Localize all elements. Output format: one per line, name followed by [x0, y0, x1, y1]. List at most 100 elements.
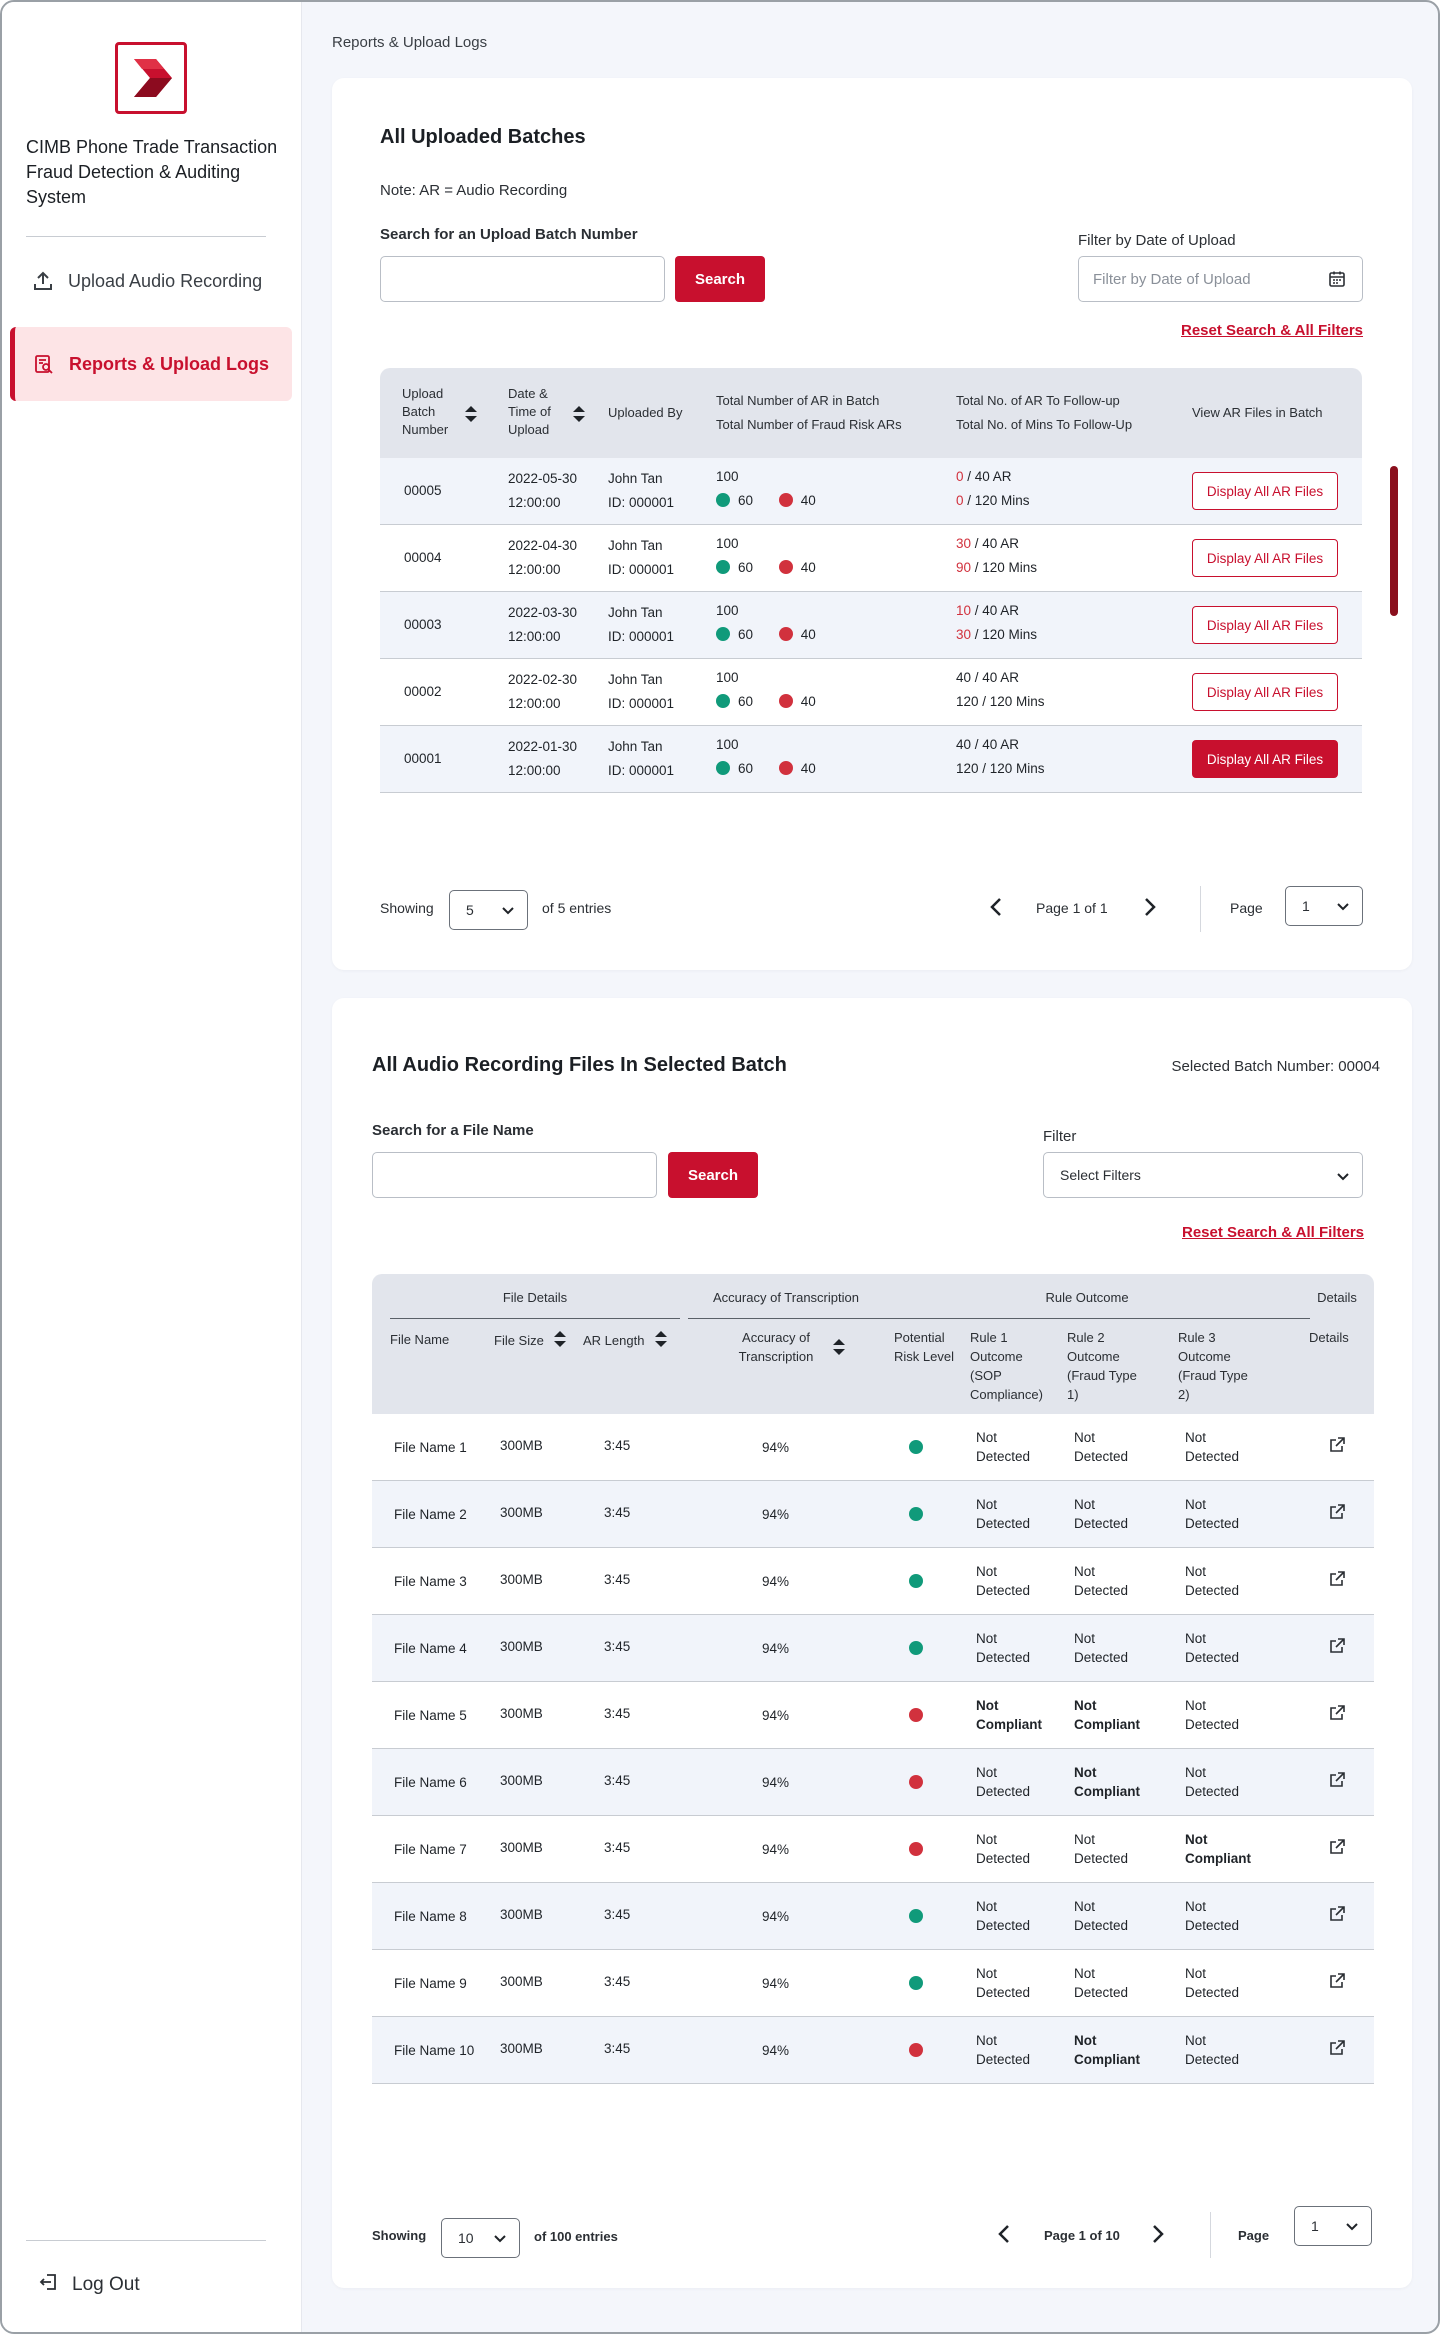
- sort-icon[interactable]: [464, 405, 478, 426]
- rule1-outcome-line1: Not: [976, 1899, 998, 1914]
- low-risk-count: 60: [738, 627, 754, 642]
- risk-level-dot: [909, 1507, 923, 1521]
- uploaded-batches-card: All Uploaded Batches Note: AR = Audio Re…: [332, 78, 1412, 970]
- group-accuracy: Accuracy of Transcription: [713, 1290, 859, 1305]
- sidebar-item-label: Reports & Upload Logs: [69, 353, 270, 374]
- col-file-size[interactable]: File Size: [494, 1330, 567, 1353]
- external-link-icon[interactable]: [1328, 1704, 1346, 1722]
- risk-level-dot: [909, 1708, 923, 1722]
- batches-next-page-button[interactable]: [1140, 897, 1160, 917]
- rule2-outcome: Not Detected: [1074, 1428, 1128, 1466]
- followup-mins: 0 / 120 Mins: [956, 489, 1030, 513]
- rule3-outcome: Not Detected: [1185, 1562, 1239, 1600]
- col-rule2: Rule 2 Outcome (Fraud Type 1): [1067, 1330, 1137, 1402]
- files-page-label: Page: [1238, 2228, 1270, 2243]
- col-batch-number[interactable]: Upload Batch Number: [402, 385, 470, 439]
- rule3-outcome-line1: Not: [1185, 1966, 1207, 1981]
- scrollbar-thumb[interactable]: [1390, 466, 1398, 616]
- report-search-icon: [33, 353, 55, 375]
- rule1-outcome-line2: Detected: [976, 1516, 1031, 1531]
- rule1-outcome-line2: Detected: [976, 1918, 1031, 1933]
- col-risk-level: Potential Risk Level: [894, 1330, 954, 1364]
- upload-time: 12:00:00: [508, 696, 561, 711]
- batch-search-input[interactable]: [380, 256, 665, 302]
- batches-page-value: 1: [1302, 898, 1310, 914]
- file-reset-filters-link[interactable]: Reset Search & All Filters: [1182, 1224, 1364, 1241]
- file-search-button[interactable]: Search: [668, 1152, 758, 1198]
- sidebar-item-reports[interactable]: Reports & Upload Logs: [10, 327, 292, 401]
- low-risk-dot: [716, 761, 730, 775]
- followup-ar: 0 / 40 AR: [956, 465, 1012, 489]
- sort-icon[interactable]: [832, 1338, 846, 1359]
- date-filter-placeholder: Filter by Date of Upload: [1093, 270, 1251, 288]
- rule3-outcome: Not Detected: [1185, 1629, 1239, 1667]
- files-next-page-button[interactable]: [1148, 2224, 1168, 2244]
- display-ar-files-button[interactable]: Display All AR Files: [1192, 740, 1338, 778]
- external-link-icon[interactable]: [1328, 1838, 1346, 1856]
- batches-prev-page-button[interactable]: [986, 897, 1006, 917]
- rule3-outcome-line2: Detected: [1185, 1449, 1240, 1464]
- rule3-outcome: Not Detected: [1185, 1696, 1239, 1734]
- total-ar: 100: [716, 536, 739, 551]
- display-ar-files-button[interactable]: Display All AR Files: [1192, 539, 1338, 577]
- rule1-outcome: Not Compliant: [976, 1696, 1042, 1734]
- external-link-icon[interactable]: [1328, 1972, 1346, 1990]
- external-link-icon[interactable]: [1328, 1570, 1346, 1588]
- chevron-down-icon: [493, 2231, 507, 2248]
- external-link-icon[interactable]: [1328, 1503, 1346, 1521]
- external-link-icon[interactable]: [1328, 2039, 1346, 2057]
- rule2-outcome-line2: Compliant: [1074, 1717, 1140, 1732]
- pagination-divider: [1210, 2212, 1211, 2258]
- rule2-outcome-line1: Not: [1074, 1899, 1096, 1914]
- sort-icon[interactable]: [553, 1330, 567, 1353]
- col-date-time-label: Date & Time of Upload: [508, 386, 551, 437]
- high-risk-count: 40: [800, 627, 816, 642]
- ar-length: 3:45: [604, 1572, 631, 1587]
- batches-note: Note: AR = Audio Recording: [380, 182, 568, 199]
- batch-reset-filters-link[interactable]: Reset Search & All Filters: [1181, 322, 1363, 339]
- batches-table: Upload Batch Number Date & Time of Uploa…: [380, 368, 1362, 793]
- external-link-icon[interactable]: [1328, 1771, 1346, 1789]
- rule1-outcome: Not Detected: [976, 1629, 1030, 1667]
- risk-level-dot: [909, 1842, 923, 1856]
- ar-length: 3:45: [604, 1706, 631, 1721]
- col-date-time[interactable]: Date & Time of Upload: [508, 385, 568, 439]
- total-ar: 100: [716, 737, 739, 752]
- display-ar-files-button[interactable]: Display All AR Files: [1192, 606, 1338, 644]
- batch-search-button[interactable]: Search: [675, 256, 765, 302]
- external-link-icon[interactable]: [1328, 1436, 1346, 1454]
- table-row: 00003 2022-03-30 12:00:00 John Tan ID: 0…: [380, 592, 1362, 659]
- display-ar-files-button[interactable]: Display All AR Files: [1192, 472, 1338, 510]
- risk-level-dot: [909, 1976, 923, 1990]
- rule3-outcome-line1: Not: [1185, 1631, 1207, 1646]
- sidebar-item-upload-audio[interactable]: Upload Audio Recording: [10, 244, 292, 318]
- date-filter-input[interactable]: Filter by Date of Upload: [1078, 256, 1363, 302]
- followup-ar: 40 / 40 AR: [956, 666, 1019, 690]
- rule1-outcome-line2: Detected: [976, 1851, 1031, 1866]
- files-page-size-select[interactable]: 10: [441, 2218, 520, 2258]
- external-link-icon[interactable]: [1328, 1905, 1346, 1923]
- batches-page-select[interactable]: 1: [1285, 886, 1363, 926]
- files-page-select[interactable]: 1: [1294, 2206, 1372, 2246]
- external-link-icon[interactable]: [1328, 1637, 1346, 1655]
- followup-ar: 30 / 40 AR: [956, 532, 1019, 556]
- rule2-outcome-line1: Not: [1074, 1765, 1097, 1780]
- rule1-outcome: Not Detected: [976, 1495, 1030, 1533]
- sort-icon[interactable]: [654, 1330, 668, 1353]
- app-title: CIMB Phone Trade Transaction Fraud Detec…: [26, 137, 278, 207]
- rule2-outcome-line1: Not: [1074, 1497, 1096, 1512]
- batches-page-size-select[interactable]: 5: [449, 890, 528, 930]
- rule1-outcome-line1: Not: [976, 2033, 998, 2048]
- files-prev-page-button[interactable]: [994, 2224, 1014, 2244]
- accuracy: 94%: [762, 1440, 790, 1455]
- table-row: 00001 2022-01-30 12:00:00 John Tan ID: 0…: [380, 726, 1362, 793]
- col-ar-length[interactable]: AR Length: [583, 1330, 668, 1353]
- rule2-outcome-line1: Not: [1074, 1631, 1096, 1646]
- file-search-input[interactable]: [372, 1152, 657, 1198]
- display-ar-files-button[interactable]: Display All AR Files: [1192, 673, 1338, 711]
- logout-button[interactable]: Log Out: [38, 2272, 140, 2298]
- risk-breakdown: 60 40: [716, 556, 816, 580]
- sort-icon[interactable]: [572, 405, 586, 426]
- file-filter-select[interactable]: Select Filters: [1043, 1152, 1363, 1198]
- batches-table-body: 00005 2022-05-30 12:00:00 John Tan ID: 0…: [380, 458, 1362, 793]
